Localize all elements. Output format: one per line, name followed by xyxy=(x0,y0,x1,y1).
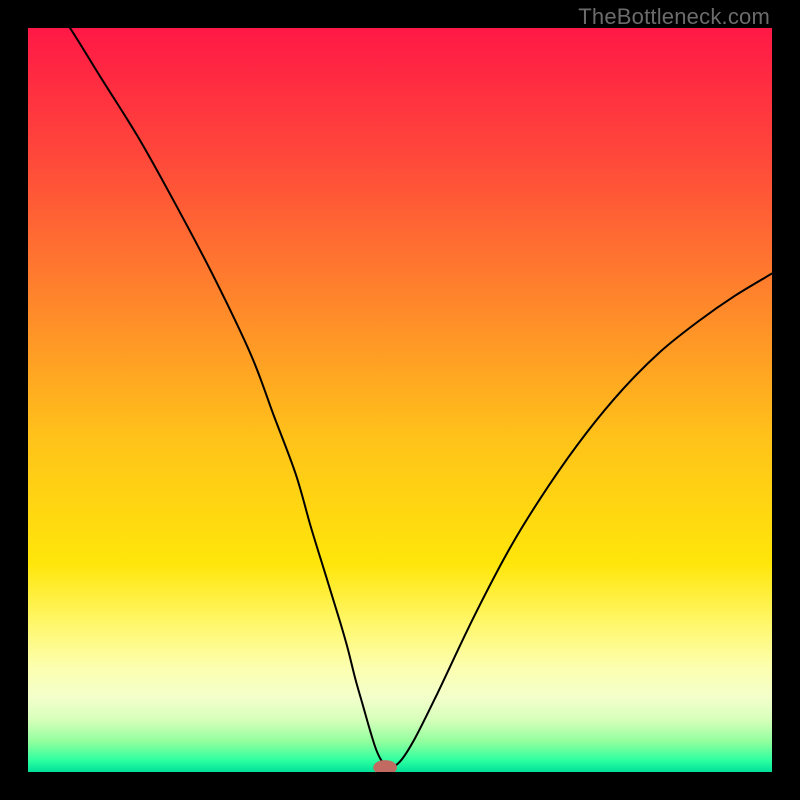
watermark-text: TheBottleneck.com xyxy=(578,4,770,30)
plot-area xyxy=(28,28,772,772)
outer-frame: TheBottleneck.com xyxy=(0,0,800,800)
chart-svg xyxy=(28,28,772,772)
